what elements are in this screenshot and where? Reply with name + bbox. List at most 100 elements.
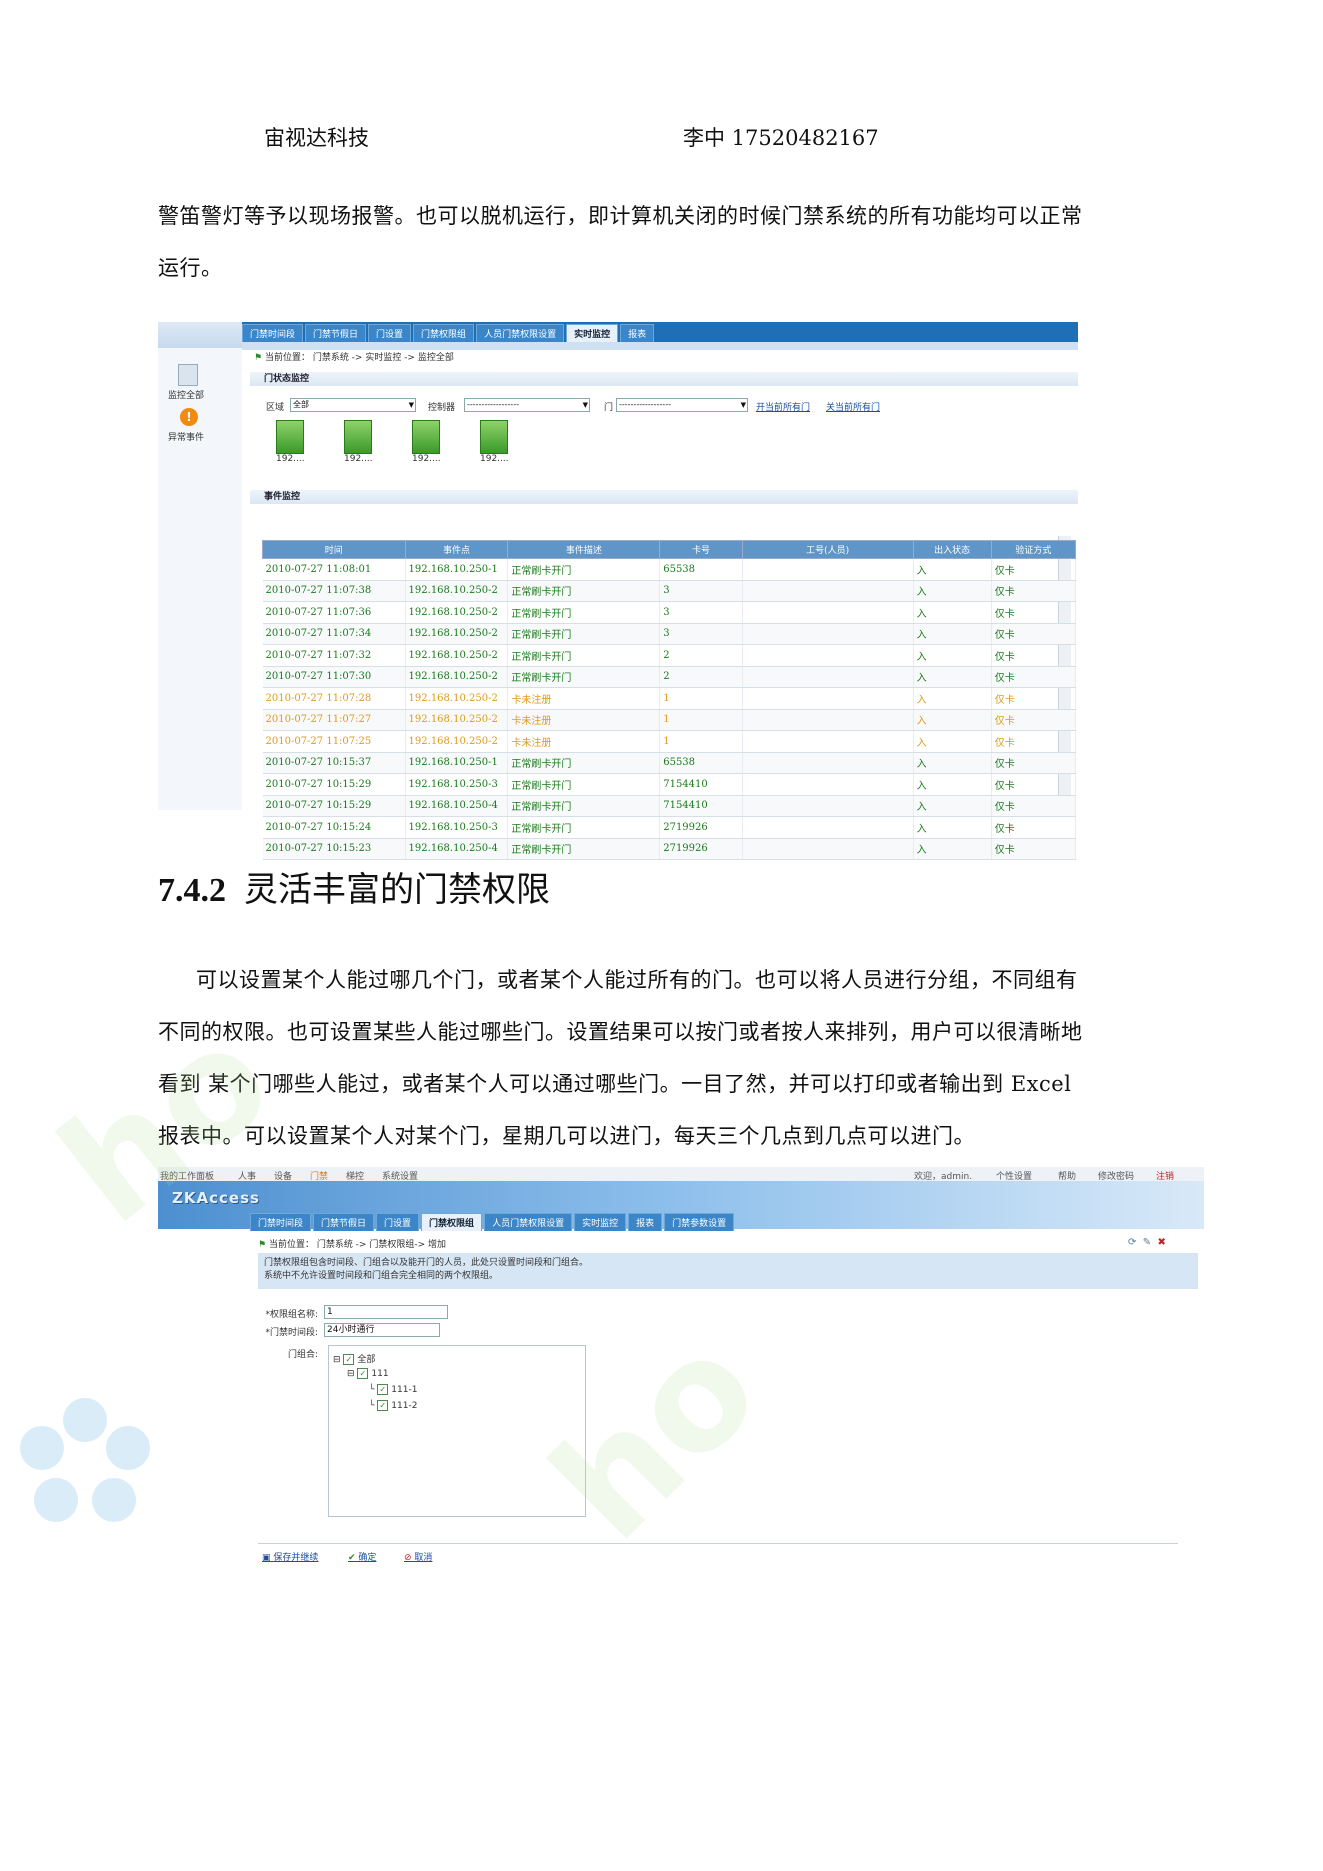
table-row[interactable]: 2010-07-27 11:07:38 192.168.10.250-2 正常刷卡开… xyxy=(262,580,1077,602)
table-cell xyxy=(742,558,914,581)
tab-door-settings[interactable]: 门设置 xyxy=(368,324,412,342)
cancel-icon: ⊘ xyxy=(404,1553,412,1563)
body-line-2: 不同的权限。也可设置某些人能过哪些门。设置结果可以按门或者按人来排列，用户可以很… xyxy=(158,1020,1083,1044)
col-card-no[interactable]: 卡号 xyxy=(659,540,743,559)
tab-report[interactable]: 报表 xyxy=(620,324,655,342)
table-row[interactable]: 2010-07-27 11:07:27 192.168.10.250-2 卡未注册 1… xyxy=(262,709,1077,731)
col-time[interactable]: 时间 xyxy=(262,540,406,559)
table-row[interactable]: 2010-07-27 10:15:23 192.168.10.250-4 正常刷卡开… xyxy=(262,838,1077,860)
table-row[interactable]: 2010-07-27 11:07:32 192.168.10.250-2 正常刷卡开… xyxy=(262,644,1077,667)
tree-node-111-1[interactable]: └ ✓ 111-1 xyxy=(369,1384,417,1395)
door-icon[interactable] xyxy=(480,420,508,454)
table-cell: 2010-07-27 10:15:23 xyxy=(262,838,406,860)
table-row[interactable]: 2010-07-27 11:08:01 192.168.10.250-1 正常刷卡开… xyxy=(262,558,1077,581)
tree-node-all[interactable]: ⊟ ✓ 全部 xyxy=(333,1352,375,1365)
table-cell: 192.168.10.250-3 xyxy=(405,773,509,796)
area-label: 区域 xyxy=(266,403,285,413)
col-event-point[interactable]: 事件点 xyxy=(404,540,509,559)
table-row[interactable]: 2010-07-27 10:15:29 192.168.10.250-3 正常刷卡开… xyxy=(262,773,1077,796)
refresh-icon[interactable]: ⟳ xyxy=(1128,1237,1136,1248)
table-row[interactable]: 2010-07-27 11:07:36 192.168.10.250-2 正常刷卡开… xyxy=(262,601,1077,624)
table-cell: 仅卡 xyxy=(991,838,1077,860)
body-line-3: 看到 某个门哪些人能过，或者某个人可以通过哪些门。一目了然，并可以打印或者输出到… xyxy=(158,1072,1072,1096)
event-rows: 2010-07-27 11:08:01 192.168.10.250-1 正常刷卡开… xyxy=(262,558,1077,860)
body-line-1: 可以设置某个人能过哪几个门，或者某个人能过所有的门。也可以将人员进行分组，不同组… xyxy=(196,968,1078,992)
table-cell: 入 xyxy=(913,623,992,645)
tab2-access-params[interactable]: 门禁参数设置 xyxy=(664,1213,735,1231)
col-verify-mode[interactable]: 验证方式 xyxy=(990,540,1077,559)
col-employee[interactable]: 工号(人员) xyxy=(741,540,914,559)
controller-label: 控制器 xyxy=(428,403,456,413)
checkbox-checked-icon[interactable]: ✓ xyxy=(343,1354,355,1365)
table-cell: 仅卡 xyxy=(991,687,1077,710)
group-name-input[interactable]: 1 xyxy=(324,1305,448,1319)
close-icon[interactable]: ✖ xyxy=(1158,1237,1166,1248)
door-icon[interactable] xyxy=(344,420,372,454)
col-io-status[interactable]: 出入状态 xyxy=(912,540,992,559)
tab2-holiday[interactable]: 门禁节假日 xyxy=(313,1213,375,1231)
table-cell: 卡未注册 xyxy=(507,709,661,731)
access-group-screenshot: 我的工作面板 人事 设备 门禁 梯控 系统设置 欢迎，admin. 个性设置 帮… xyxy=(158,1167,1204,1567)
table-row[interactable]: 2010-07-27 10:15:37 192.168.10.250-1 正常刷卡开… xyxy=(262,752,1077,774)
tree-node-111[interactable]: ⊟ ✓ 111 xyxy=(347,1368,389,1379)
tab-realtime-monitor[interactable]: 实时监控 xyxy=(566,324,619,342)
checkbox-checked-icon[interactable]: ✓ xyxy=(377,1400,389,1411)
table-cell: 仅卡 xyxy=(991,558,1077,581)
table-cell: 正常刷卡开门 xyxy=(507,795,661,817)
tree-node-111-2[interactable]: └ ✓ 111-2 xyxy=(369,1400,417,1411)
tab2-report[interactable]: 报表 xyxy=(628,1213,663,1231)
table-cell: 2010-07-27 10:15:29 xyxy=(262,773,406,796)
edit-icon[interactable]: ✎ xyxy=(1143,1237,1151,1248)
table-cell: 2010-07-27 10:15:37 xyxy=(262,752,406,774)
door-select[interactable]: ------------------ xyxy=(616,398,748,412)
table-row[interactable]: 2010-07-27 11:07:34 192.168.10.250-2 正常刷卡开… xyxy=(262,623,1077,645)
tab-holiday[interactable]: 门禁节假日 xyxy=(305,324,367,342)
table-cell: 192.168.10.250-1 xyxy=(405,558,509,581)
table-cell xyxy=(742,601,914,624)
section-title: 灵活丰富的门禁权限 xyxy=(244,870,550,910)
tab-access-group[interactable]: 门禁权限组 xyxy=(413,324,475,342)
open-all-doors-link[interactable]: 开当前所有门 xyxy=(756,400,810,413)
col-event-desc[interactable]: 事件描述 xyxy=(507,540,661,559)
table-cell: 2 xyxy=(659,644,743,667)
tree-label-all: 全部 xyxy=(357,1355,376,1365)
tab2-time-period[interactable]: 门禁时间段 xyxy=(250,1213,312,1231)
side-item-abnormal-events[interactable]: 异常事件 xyxy=(168,430,204,443)
table-row[interactable]: 2010-07-27 10:15:24 192.168.10.250-3 正常刷卡开… xyxy=(262,816,1077,839)
tab2-realtime-monitor[interactable]: 实时监控 xyxy=(574,1213,627,1231)
tab-time-period[interactable]: 门禁时间段 xyxy=(242,324,304,342)
table-row[interactable]: 2010-07-27 11:07:28 192.168.10.250-2 卡未注册 1… xyxy=(262,687,1077,710)
door-combo-tree: ⊟ ✓ 全部 ⊟ ✓ 111 └ ✓ 111-1 └ ✓ 111-2 xyxy=(328,1345,586,1517)
table-row[interactable]: 2010-07-27 10:15:29 192.168.10.250-4 正常刷卡开… xyxy=(262,795,1077,817)
checkbox-checked-icon[interactable]: ✓ xyxy=(377,1384,389,1395)
table-cell xyxy=(742,838,914,860)
controller-select[interactable]: ------------------ xyxy=(464,398,590,412)
table-cell: 1 xyxy=(659,709,743,731)
save-continue-button[interactable]: ▣ 保存并继续 xyxy=(262,1550,318,1563)
side-item-monitor-all[interactable]: 监控全部 xyxy=(168,388,204,401)
area-select[interactable]: 全部 xyxy=(290,398,416,412)
tab2-door-settings[interactable]: 门设置 xyxy=(376,1213,420,1231)
tab2-access-group[interactable]: 门禁权限组 xyxy=(421,1213,483,1231)
cancel-button[interactable]: ⊘ 取消 xyxy=(404,1550,432,1563)
close-all-doors-link[interactable]: 关当前所有门 xyxy=(826,400,880,413)
time-period-select[interactable]: 24小时通行 xyxy=(324,1323,440,1337)
table-cell xyxy=(742,623,914,645)
door-icon[interactable] xyxy=(412,420,440,454)
table-cell: 入 xyxy=(913,752,992,774)
table-cell: 仅卡 xyxy=(991,730,1077,753)
body-line-4: 报表中。可以设置某个人对某个门，星期几可以进门，每天三个几点到几点可以进门。 xyxy=(158,1124,975,1148)
confirm-button[interactable]: ✔ 确定 xyxy=(348,1550,376,1563)
table-cell xyxy=(742,795,914,817)
notice-box: 门禁权限组包含时间段、门组合以及能开门的人员，此处只设置时间段和门组合。 系统中… xyxy=(258,1253,1198,1289)
table-row[interactable]: 2010-07-27 11:07:30 192.168.10.250-2 正常刷卡开… xyxy=(262,666,1077,688)
checkbox-checked-icon[interactable]: ✓ xyxy=(357,1368,369,1379)
table-row[interactable]: 2010-07-27 11:07:25 192.168.10.250-2 卡未注册 1… xyxy=(262,730,1077,753)
door-icon[interactable] xyxy=(276,420,304,454)
table-cell: 192.168.10.250-2 xyxy=(405,623,509,645)
door-combo-label: 门组合: xyxy=(287,1350,318,1360)
tab2-person-access[interactable]: 人员门禁权限设置 xyxy=(484,1213,573,1231)
top-menu: 我的工作面板 人事 设备 门禁 梯控 系统设置 欢迎，admin. 个性设置 帮… xyxy=(158,1167,1204,1182)
tab-person-access[interactable]: 人员门禁权限设置 xyxy=(476,324,565,342)
table-cell: 2010-07-27 11:07:27 xyxy=(262,709,406,731)
